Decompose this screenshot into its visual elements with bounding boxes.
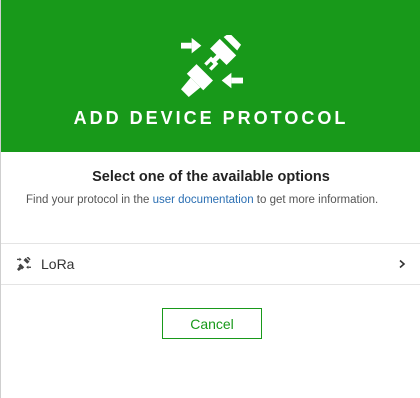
cancel-button[interactable]: Cancel [162, 308, 262, 339]
option-item-lora[interactable]: LoRa [1, 244, 420, 284]
plug-connect-icon [181, 35, 243, 97]
dialog-title: ADD DEVICE PROTOCOL [73, 108, 349, 128]
option-label: LoRa [41, 256, 75, 272]
help-text-suffix: to get more information. [253, 194, 379, 206]
dialog-header: ADD DEVICE PROTOCOL [1, 0, 420, 152]
option-divider-bottom [1, 284, 420, 285]
user-documentation-link[interactable]: user documentation [153, 194, 254, 206]
plug-connect-icon [17, 257, 31, 271]
prompt-heading: Select one of the available options [92, 169, 330, 185]
add-device-protocol-dialog: ADD DEVICE PROTOCOL Select one of the av… [0, 0, 420, 398]
help-text: Find your protocol in the user documenta… [26, 190, 386, 210]
chevron-right-icon [399, 259, 406, 269]
help-text-prefix: Find your protocol in the [26, 194, 153, 206]
